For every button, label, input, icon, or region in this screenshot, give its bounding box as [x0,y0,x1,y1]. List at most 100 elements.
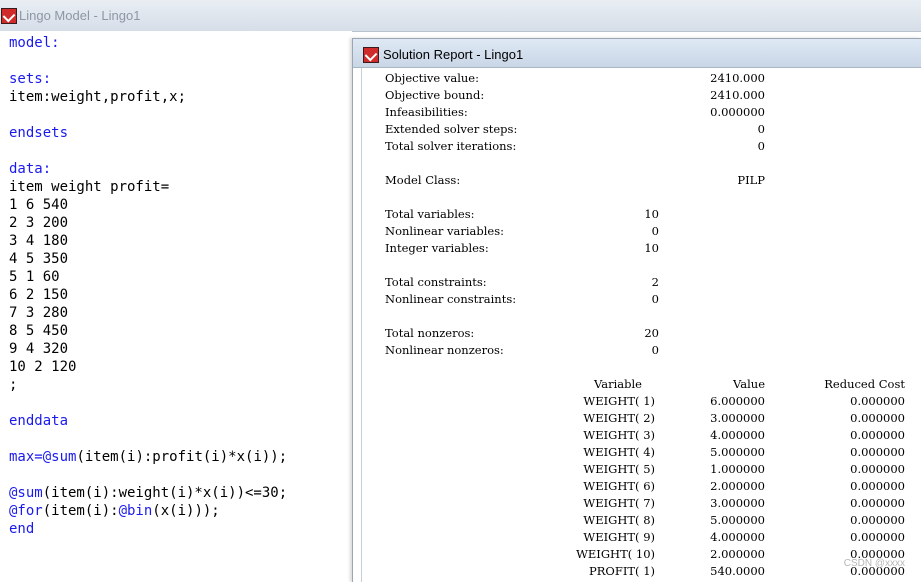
summary-value: 2410.000 [710,88,765,102]
variable-name: WEIGHT( 9) [583,530,655,544]
code-keyword: data: [9,161,52,177]
solution-report-titlebar[interactable]: Solution Report - Lingo1 [353,39,921,68]
summary-value: 0 [651,292,659,306]
summary-value: 0 [651,343,659,357]
code-line: enddata [9,412,287,430]
summary-label: Nonlinear constraints: [385,292,517,306]
column-header-reduced-cost: Reduced Cost [824,377,905,391]
variable-name: WEIGHT( 5) [583,462,655,476]
variable-value: 540.0000 [710,564,765,578]
code-line: 9 4 320 [9,340,287,358]
code-line: 8 5 450 [9,322,287,340]
code-line: item weight profit= [9,178,287,196]
solution-report-window[interactable]: Solution Report - Lingo1 Variable Value … [352,38,921,582]
summary-value: 20 [644,326,659,340]
code-keyword: sets: [9,71,52,87]
variable-reduced-cost: 0.000000 [850,411,905,425]
code-text: (item(i): [42,503,119,519]
code-line: @sum(item(i):weight(i)*x(i))<=30; [9,484,287,502]
variable-value: 4.000000 [710,428,765,442]
code-text: 8 5 450 [9,323,69,339]
summary-label: Total constraints: [385,275,487,289]
variable-value: 3.000000 [710,496,765,510]
code-line: 5 1 60 [9,268,287,286]
summary-value: 10 [644,241,659,255]
code-keyword: enddata [9,413,69,429]
variable-value: 1.000000 [710,462,765,476]
variable-name: PROFIT( 1) [589,564,655,578]
summary-label: Infeasibilities: [385,105,468,119]
summary-value: 0 [757,139,765,153]
variable-reduced-cost: 0.000000 [850,496,905,510]
variable-reduced-cost: 0.000000 [850,462,905,476]
code-keyword: @for [9,503,43,519]
variable-reduced-cost: 0.000000 [850,479,905,493]
variable-value: 4.000000 [710,530,765,544]
column-header-value: Value [733,377,765,391]
code-line: max=@sum(item(i):profit(i)*x(i)); [9,448,287,466]
variable-value: 5.000000 [710,445,765,459]
watermark: CSDN @xxxx [843,558,905,569]
code-text: ; [9,377,18,393]
code-keyword: end [9,521,35,537]
summary-value: 10 [644,207,659,221]
variable-value: 2.000000 [710,547,765,561]
code-line: end [9,520,287,538]
solution-report-title: Solution Report - Lingo1 [383,47,524,62]
code-text: 6 2 150 [9,287,69,303]
variable-name: WEIGHT( 4) [583,445,655,459]
variable-name: WEIGHT( 6) [583,479,655,493]
summary-value: 0 [651,224,659,238]
summary-label: Integer variables: [385,241,489,255]
code-line: sets: [9,70,287,88]
model-code[interactable]: model: sets: item:weight,profit,x; endsets d… [9,34,287,538]
variable-value: 2.000000 [710,479,765,493]
code-line: data: [9,160,287,178]
summary-label: Total nonzeros: [385,326,475,340]
code-keyword: @sum [9,485,43,501]
code-text: 2 3 200 [9,215,69,231]
lingo-app-icon [1,8,17,24]
code-line: 4 5 350 [9,250,287,268]
code-text: item weight profit= [9,179,170,195]
variable-value: 5.000000 [710,513,765,527]
code-text: 9 4 320 [9,341,69,357]
code-text: 7 3 280 [9,305,69,321]
variable-reduced-cost: 0.000000 [850,445,905,459]
code-keyword: model: [9,35,60,51]
code-line: 1 6 540 [9,196,287,214]
code-text: 1 6 540 [9,197,69,213]
summary-label: Total variables: [385,207,475,221]
code-line: 2 3 200 [9,214,287,232]
variable-name: WEIGHT( 8) [583,513,655,527]
summary-value: 2410.000 [710,71,765,85]
variable-name: WEIGHT( 10) [576,547,655,561]
code-text: 3 4 180 [9,233,69,249]
summary-value: PILP [737,173,765,187]
code-text: (item(i):weight(i)*x(i))<=30; [42,485,288,501]
variable-reduced-cost: 0.000000 [850,394,905,408]
code-keyword: max= [9,449,43,465]
summary-label: Nonlinear nonzeros: [385,343,504,357]
variable-value: 6.000000 [710,394,765,408]
model-window-title: Lingo Model - Lingo1 [19,8,141,23]
summary-label: Total solver iterations: [385,139,517,153]
variable-name: WEIGHT( 3) [583,428,655,442]
variable-name: WEIGHT( 2) [583,411,655,425]
variable-reduced-cost: 0.000000 [850,530,905,544]
solution-report-body[interactable]: Variable Value Reduced Cost Objective va… [361,68,921,582]
code-text: 5 1 60 [9,269,60,285]
model-window-titlebar[interactable]: Lingo Model - Lingo1 [0,0,921,32]
model-code-editor[interactable]: model: sets: item:weight,profit,x; endsets d… [0,31,352,581]
code-line: endsets [9,124,287,142]
code-keyword: endsets [9,125,69,141]
code-line: 3 4 180 [9,232,287,250]
code-text: (x(i))); [152,503,220,519]
code-line: 10 2 120 [9,358,287,376]
summary-label: Nonlinear variables: [385,224,504,238]
code-line: model: [9,34,287,52]
